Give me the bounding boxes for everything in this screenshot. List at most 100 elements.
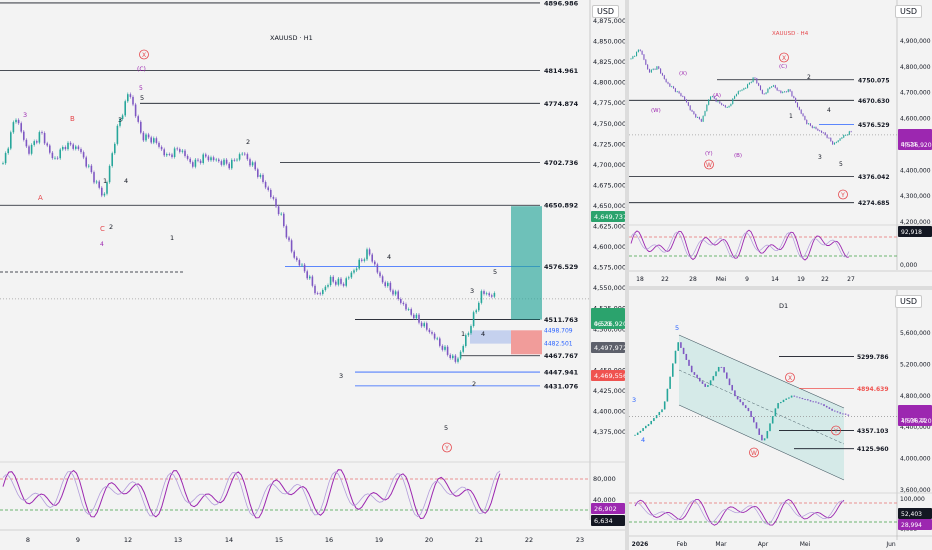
main-price-axis-label: 4,700,000	[593, 161, 625, 169]
h4-candle	[835, 142, 837, 143]
main-candle	[85, 157, 87, 167]
h4-candle	[833, 142, 836, 145]
d1-candle	[696, 374, 698, 378]
h4-candle	[634, 56, 636, 57]
d1-candle	[650, 420, 652, 425]
h4-candle	[636, 51, 638, 57]
main-candle	[72, 144, 74, 149]
d1-currency-button[interactable]: USD	[895, 295, 923, 308]
h4-candle	[758, 83, 760, 86]
d1-candle	[747, 407, 750, 412]
main-candle	[264, 181, 267, 188]
h4-candle	[752, 77, 754, 82]
main-candle	[38, 132, 41, 143]
d1-candle	[777, 403, 779, 409]
h4-candle	[724, 105, 726, 108]
d1-candle	[674, 350, 677, 364]
main-candle	[288, 237, 290, 241]
main-candle	[394, 291, 397, 295]
main-candle	[457, 358, 459, 362]
d1-candle	[763, 438, 766, 441]
d1-candle	[736, 396, 739, 400]
d1-candle	[793, 395, 796, 397]
h4-candle	[726, 107, 728, 108]
main-candle	[62, 146, 64, 150]
main-entry-zone[interactable]	[470, 330, 511, 344]
h4-candle	[817, 128, 819, 131]
main-candle	[173, 148, 176, 158]
main-candle	[64, 146, 67, 150]
main-candle	[431, 332, 433, 334]
h4-wave-w-circle: W	[706, 162, 712, 169]
main-candle	[132, 96, 134, 105]
main-candle	[241, 153, 243, 155]
h4-wave-a-paren: (A)	[713, 93, 721, 99]
d1-candle	[669, 376, 671, 389]
h4-candle	[719, 101, 721, 104]
main-currency-button[interactable]: USD	[592, 5, 620, 18]
main-candle	[384, 282, 386, 287]
h4-candle	[763, 93, 765, 95]
main-candle	[218, 159, 220, 162]
main-candle	[316, 293, 319, 295]
main-candle	[293, 251, 295, 258]
main-zone-upper-label: 4498.709	[544, 327, 573, 334]
h4-candle	[800, 109, 802, 114]
h4-time-axis-label: 19	[797, 276, 805, 283]
d1-candle	[726, 372, 728, 379]
main-candle	[345, 278, 347, 286]
d1-price-axis-label: 4,000,000	[900, 456, 931, 463]
h4-time-axis-label: 18	[636, 276, 644, 283]
d1-wave-four: 4	[641, 436, 645, 444]
main-candle	[43, 133, 46, 144]
main-price-axis-label: 4,575,000	[593, 264, 625, 272]
main-candle	[350, 272, 353, 278]
h4-currency-button[interactable]: USD	[895, 5, 923, 18]
main-candle	[407, 309, 410, 310]
main-candle	[249, 159, 251, 166]
main-price-axis-label: 4,675,000	[593, 181, 625, 189]
h4-chart-canvas[interactable]: 4,900,0004,800,0004,700,0004,600,0004,50…	[629, 0, 932, 286]
main-candle	[116, 125, 119, 144]
main-candle	[142, 132, 145, 141]
h4-candle	[700, 119, 702, 122]
h4-level-label: 4576.529	[858, 122, 890, 129]
h4-level-label: 4750.075	[858, 77, 890, 84]
main-candle	[319, 293, 321, 295]
d1-candle	[831, 408, 833, 411]
d1-level-label: 4125.960	[857, 446, 889, 453]
main-level-label: 4447.941	[544, 369, 579, 377]
main-candle	[478, 302, 480, 311]
d1-candle	[642, 428, 644, 431]
main-candle	[272, 197, 275, 199]
main-wave-five-b: 5	[493, 268, 497, 276]
d1-candle	[693, 372, 696, 375]
main-candle	[236, 159, 238, 161]
main-candle	[205, 154, 207, 157]
main-chart-canvas[interactable]: 4,875,000 4,850,000 4,825,000 4,800,000 4,77…	[0, 0, 625, 550]
h4-time-axis-label: 28	[689, 276, 697, 283]
d1-chart-pane[interactable]: 5,600,000 5,200,000 4,800,000 4,400,000 4,00…	[629, 290, 932, 550]
main-wave-four-c: 4	[481, 330, 485, 338]
main-candle	[389, 282, 392, 291]
main-candle	[301, 264, 303, 266]
main-candle	[402, 302, 405, 305]
main-stop-loss-zone[interactable]	[511, 330, 542, 355]
d1-candle	[834, 410, 836, 412]
d1-chart-canvas[interactable]: 5,600,0005,200,0004,800,0004,400,0004,00…	[629, 290, 932, 550]
main-candle	[199, 160, 202, 163]
h4-candle	[706, 104, 708, 112]
main-wave-b-red: B	[70, 115, 75, 123]
main-take-profit-zone[interactable]	[511, 206, 542, 320]
main-candle	[368, 249, 371, 255]
main-wave-five-a: 5	[140, 94, 144, 102]
h4-chart-pane[interactable]: 4,900,0004,800,0004,700,0004,600,0004,50…	[629, 0, 932, 286]
main-candle	[400, 299, 402, 303]
h4-time-axis-label: Mei	[716, 276, 727, 283]
main-candle	[155, 138, 158, 143]
main-candle	[127, 94, 129, 102]
main-wave-c-paren: (C)	[137, 66, 146, 73]
d1-time-axis-label: Feb	[677, 541, 688, 548]
main-candle	[212, 157, 215, 161]
main-chart-pane[interactable]: 4,875,000 4,850,000 4,825,000 4,800,000 4,77…	[0, 0, 625, 550]
